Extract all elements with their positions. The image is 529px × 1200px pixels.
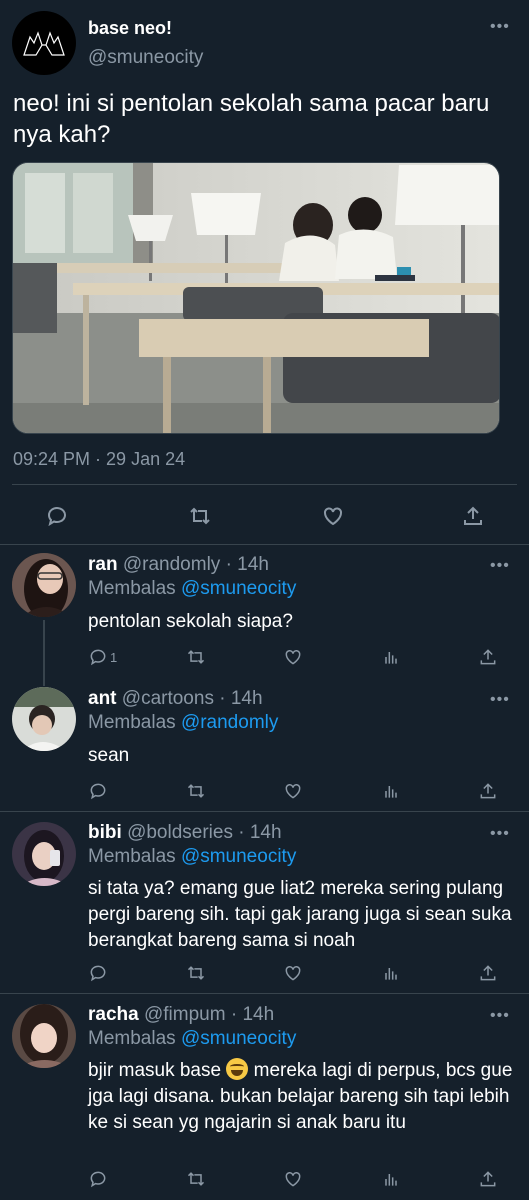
like-icon[interactable]	[283, 962, 303, 984]
more-horizontal-icon[interactable]: •••	[490, 825, 510, 843]
avatar-photo	[12, 822, 76, 886]
avatar-photo	[12, 553, 76, 617]
mention-link[interactable]: @smuneocity	[181, 1028, 296, 1049]
divider	[0, 993, 529, 994]
divider	[12, 484, 517, 485]
retweet-icon[interactable]	[186, 646, 206, 668]
avatar[interactable]	[12, 1004, 76, 1068]
avatar[interactable]	[12, 687, 76, 751]
replying-label: Membalas	[88, 712, 176, 733]
hands-logo-icon	[23, 31, 65, 56]
thread-line	[43, 620, 45, 686]
avatar[interactable]	[12, 11, 76, 75]
reply-text: si tata ya? emang gue liat2 mereka serin…	[88, 878, 512, 951]
replying-to: Membalas @smuneocity	[88, 846, 296, 868]
replying-to: Membalas @smuneocity	[88, 578, 296, 600]
share-icon[interactable]	[478, 962, 498, 984]
reply-text-part: bjir masuk base	[88, 1060, 222, 1081]
retweet-icon[interactable]	[186, 962, 206, 984]
handle[interactable]: @fimpum	[144, 1004, 226, 1025]
tweet-text: neo! ini si pentolan sekolah sama pacar …	[13, 90, 490, 148]
replying-label: Membalas	[88, 846, 176, 867]
avatar-photo	[12, 1004, 76, 1068]
replying-to: Membalas @smuneocity	[88, 1028, 296, 1050]
handle[interactable]: @boldseries	[127, 822, 233, 843]
avatar-photo	[12, 687, 76, 751]
replying-to: Membalas @randomly	[88, 712, 278, 734]
retweet-icon[interactable]	[186, 1168, 206, 1190]
analytics-icon[interactable]	[381, 1168, 401, 1190]
like-icon[interactable]	[318, 501, 348, 531]
share-icon[interactable]	[458, 501, 488, 531]
tweet-image[interactable]	[12, 162, 500, 434]
handle[interactable]: @randomly	[123, 554, 220, 575]
reply-time[interactable]: · 14h	[226, 554, 269, 575]
display-name[interactable]: base neo!	[88, 18, 172, 39]
reply-time[interactable]: · 14h	[231, 1004, 274, 1025]
reply-count: 1	[110, 649, 118, 665]
analytics-icon[interactable]	[381, 646, 401, 668]
like-icon[interactable]	[283, 780, 303, 802]
divider	[0, 544, 529, 545]
display-name[interactable]: ran	[88, 554, 118, 575]
handle[interactable]: @cartoons	[122, 688, 214, 709]
mention-link[interactable]: @smuneocity	[181, 846, 296, 867]
replying-label: Membalas	[88, 578, 176, 599]
more-horizontal-icon[interactable]: •••	[490, 1007, 510, 1025]
more-horizontal-icon[interactable]: •••	[490, 557, 510, 575]
mention-link[interactable]: @smuneocity	[181, 578, 296, 599]
reply-icon[interactable]	[42, 501, 72, 531]
avatar[interactable]	[12, 553, 76, 617]
replying-label: Membalas	[88, 1028, 176, 1049]
display-name[interactable]: ant	[88, 688, 117, 709]
share-icon[interactable]	[478, 646, 498, 668]
reply-text: bjir masuk base mereka lagi di perpus, b…	[88, 1058, 513, 1136]
mention-link[interactable]: @randomly	[181, 712, 278, 733]
grinning-sweat-emoji-icon	[226, 1058, 249, 1080]
share-icon[interactable]	[478, 1168, 498, 1190]
reply-time[interactable]: · 14h	[219, 688, 262, 709]
reply-text: sean	[88, 745, 130, 766]
reply-icon[interactable]	[88, 962, 108, 984]
display-name[interactable]: bibi	[88, 822, 122, 843]
like-icon[interactable]	[283, 1168, 303, 1190]
reply-button[interactable]: 1	[88, 646, 117, 668]
reply-icon	[90, 649, 106, 666]
reply-time[interactable]: · 14h	[238, 822, 281, 843]
display-name[interactable]: racha	[88, 1004, 139, 1025]
more-horizontal-icon[interactable]: •••	[490, 18, 510, 36]
analytics-icon[interactable]	[381, 962, 401, 984]
reply-icon[interactable]	[88, 1168, 108, 1190]
retweet-icon[interactable]	[185, 501, 215, 531]
avatar[interactable]	[12, 822, 76, 886]
retweet-icon[interactable]	[186, 780, 206, 802]
reply-text: pentolan sekolah siapa?	[88, 611, 293, 632]
reply-icon[interactable]	[88, 780, 108, 802]
tweet-timestamp[interactable]: 09:24 PM · 29 Jan 24	[13, 449, 185, 470]
library-photo	[13, 163, 499, 433]
handle[interactable]: @smuneocity	[88, 47, 203, 69]
share-icon[interactable]	[478, 780, 498, 802]
like-icon[interactable]	[283, 646, 303, 668]
more-horizontal-icon[interactable]: •••	[490, 691, 510, 709]
divider	[0, 811, 529, 812]
analytics-icon[interactable]	[381, 780, 401, 802]
